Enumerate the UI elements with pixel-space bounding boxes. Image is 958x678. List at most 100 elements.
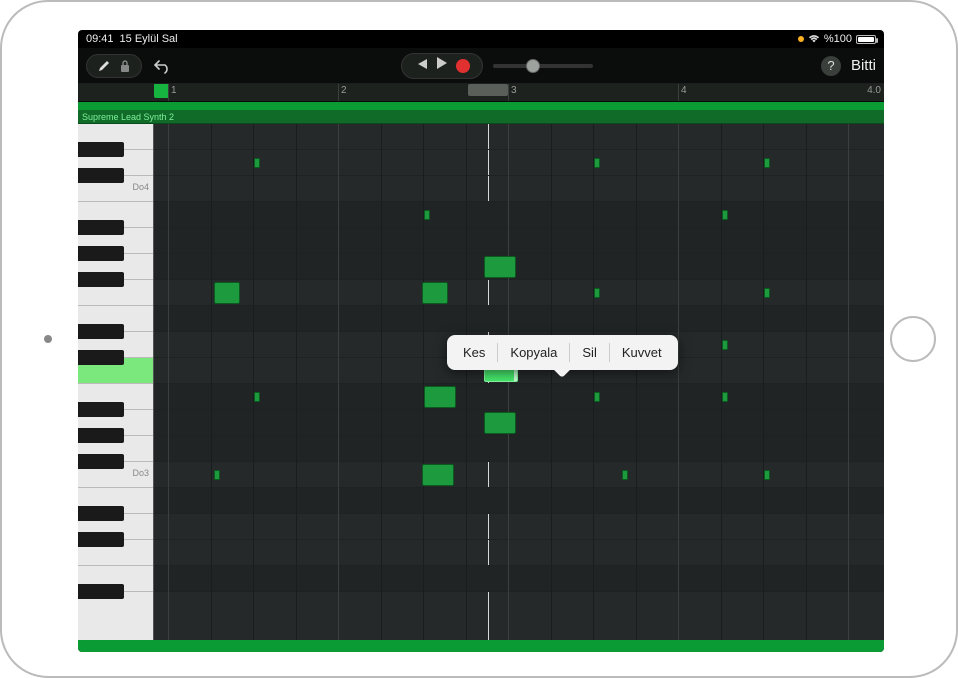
note[interactable] [424, 210, 430, 220]
ruler-label: 4 [681, 85, 687, 96]
grid-row [154, 488, 884, 514]
note[interactable] [622, 470, 628, 480]
transport-controls [401, 53, 483, 79]
note[interactable] [594, 288, 600, 298]
toolbar: ? Bitti [78, 48, 884, 84]
context-menu-item[interactable]: Kuvvet [610, 341, 674, 364]
key-label: Do4 [132, 182, 149, 192]
bar-line [338, 124, 339, 640]
grid-row [154, 202, 884, 228]
beat-line [211, 124, 212, 640]
screen: 09:41 15 Eylül Sal %100 [78, 30, 884, 652]
note[interactable] [422, 464, 454, 486]
play-icon [436, 56, 448, 70]
done-button[interactable]: Bitti [851, 57, 876, 74]
note[interactable] [254, 158, 260, 168]
piano-black-key[interactable] [78, 142, 124, 157]
piano-black-key[interactable] [78, 532, 124, 547]
piano-black-key[interactable] [78, 584, 124, 599]
region-header[interactable]: Supreme Lead Synth 2 [78, 110, 884, 124]
loop-region-bar[interactable] [78, 102, 884, 110]
beat-line [466, 124, 467, 640]
note[interactable] [594, 392, 600, 402]
piano-black-key[interactable] [78, 220, 124, 235]
grid-row [154, 124, 884, 150]
ruler-tick [508, 84, 509, 101]
note[interactable] [722, 210, 728, 220]
bar-line [848, 124, 849, 640]
beat-line [593, 124, 594, 640]
grid-row [154, 514, 884, 540]
grid-row [154, 176, 884, 202]
note[interactable] [594, 158, 600, 168]
piano-roll-editor: Do4Do3 [78, 124, 884, 640]
grid-row [154, 306, 884, 332]
loop-start-marker[interactable] [154, 84, 168, 98]
bar-line [678, 124, 679, 640]
note[interactable] [722, 340, 728, 350]
grid-row [154, 462, 884, 488]
edit-mode-toggle[interactable] [86, 54, 142, 78]
record-button[interactable] [456, 59, 470, 73]
beat-line [253, 124, 254, 640]
front-camera [44, 335, 52, 343]
piano-keyboard[interactable]: Do4Do3 [78, 124, 154, 640]
piano-black-key[interactable] [78, 454, 124, 469]
context-menu-item[interactable]: Sil [570, 341, 608, 364]
beat-line [296, 124, 297, 640]
beat-line [551, 124, 552, 640]
undo-icon [154, 58, 172, 74]
grid-row [154, 280, 884, 306]
grid-row [154, 254, 884, 280]
grid-row [154, 540, 884, 566]
ruler-label: 1 [171, 85, 177, 96]
piano-black-key[interactable] [78, 402, 124, 417]
region-footer-bar[interactable] [78, 640, 884, 652]
piano-black-key[interactable] [78, 324, 124, 339]
note[interactable] [214, 470, 220, 480]
undo-button[interactable] [152, 55, 174, 77]
note[interactable] [484, 256, 516, 278]
home-button[interactable] [890, 316, 936, 362]
beat-line [721, 124, 722, 640]
note[interactable] [424, 386, 456, 408]
context-menu-item[interactable]: Kes [451, 341, 497, 364]
note[interactable] [254, 392, 260, 402]
playhead-handle[interactable] [468, 84, 508, 96]
master-slider[interactable] [493, 64, 593, 68]
rewind-button[interactable] [414, 57, 428, 75]
grid-row [154, 436, 884, 462]
timeline-ruler[interactable]: 1234 4.0 [78, 84, 884, 102]
piano-black-key[interactable] [78, 168, 124, 183]
grid-row [154, 228, 884, 254]
piano-black-key[interactable] [78, 428, 124, 443]
recording-indicator-icon [798, 36, 804, 42]
battery-icon [856, 35, 876, 44]
piano-black-key[interactable] [78, 350, 124, 365]
battery-label: %100 [824, 33, 852, 45]
note[interactable] [764, 158, 770, 168]
context-menu: KesKopyalaSilKuvvet [447, 335, 678, 370]
note[interactable] [764, 470, 770, 480]
status-date: 15 Eylül Sal [120, 33, 178, 45]
note[interactable] [764, 288, 770, 298]
note[interactable] [484, 412, 516, 434]
status-time: 09:41 [86, 33, 114, 45]
piano-black-key[interactable] [78, 246, 124, 261]
grid-row [154, 384, 884, 410]
grid-row [154, 410, 884, 436]
note[interactable] [722, 392, 728, 402]
piano-black-key[interactable] [78, 506, 124, 521]
bar-line [508, 124, 509, 640]
help-button[interactable]: ? [821, 56, 841, 76]
status-bar: 09:41 15 Eylül Sal %100 [78, 30, 884, 48]
ruler-tick [678, 84, 679, 101]
slider-thumb[interactable] [526, 59, 540, 73]
piano-black-key[interactable] [78, 272, 124, 287]
ipad-frame: 09:41 15 Eylül Sal %100 [0, 0, 958, 678]
play-button[interactable] [436, 56, 448, 75]
pencil-icon [97, 59, 111, 73]
note[interactable] [214, 282, 240, 304]
note-grid[interactable] [154, 124, 884, 640]
note[interactable] [422, 282, 448, 304]
